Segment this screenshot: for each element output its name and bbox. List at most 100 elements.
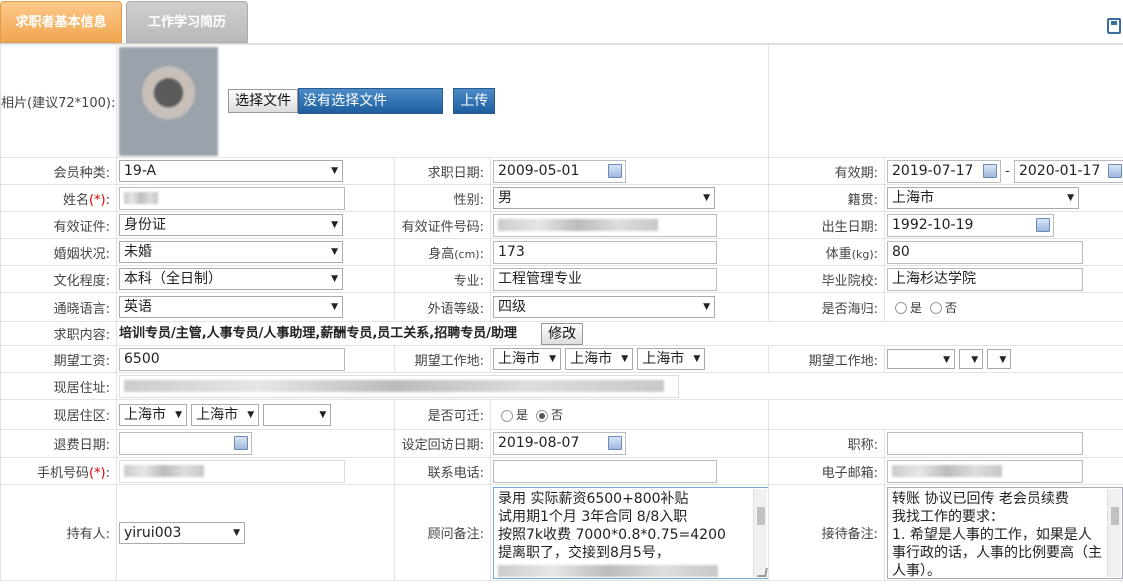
mobile-input[interactable] — [119, 459, 345, 483]
weight-input[interactable]: 80 — [887, 240, 1084, 264]
marital-label: 婚姻状况: — [0, 238, 117, 266]
info-form: 相片(建议72*100): 选择文件没有选择文件 上传 会员种类: 19-A 求… — [0, 44, 1123, 581]
validity-label: 有效期: — [768, 157, 886, 185]
salary-input[interactable]: 6500 — [119, 347, 345, 371]
choose-file-button[interactable]: 选择文件 — [228, 89, 299, 113]
calendar-icon[interactable] — [608, 163, 622, 178]
major-label: 专业: — [394, 265, 491, 293]
calendar-icon[interactable] — [983, 163, 998, 178]
relocate-yes-radio[interactable] — [501, 409, 513, 422]
work-place-city-select[interactable]: 上海市 — [565, 348, 634, 370]
upload-button[interactable]: 上传 — [453, 88, 496, 114]
reception-note-label: 接待备注: — [768, 484, 886, 581]
save-icon[interactable] — [1107, 18, 1121, 34]
refund-date-label: 退费日期: — [0, 429, 117, 458]
salary-label: 期望工资: — [0, 345, 117, 373]
calendar-icon[interactable] — [1036, 217, 1051, 232]
weight-label: 体重(kg): — [768, 238, 886, 266]
marital-select[interactable]: 未婚 — [119, 241, 343, 263]
district-area-select[interactable] — [263, 403, 332, 426]
consultant-note-label: 顾问备注: — [394, 484, 491, 581]
school-input[interactable]: 上海杉达学院 — [887, 267, 1084, 291]
relocate-no-label: 否 — [551, 408, 564, 422]
id-type-label: 有效证件: — [0, 211, 117, 239]
name-label: 姓名(*): — [0, 184, 117, 212]
work-place-district-select[interactable]: 上海市 — [637, 348, 706, 370]
tab-basic-info[interactable]: 求职者基本信息 — [0, 1, 122, 43]
validity-end-input[interactable]: 2020-01-17 — [1014, 159, 1123, 183]
validity-separator: - — [1005, 163, 1010, 179]
returnee-no-radio[interactable] — [930, 302, 943, 314]
visit-date-label: 设定回访日期: — [394, 429, 491, 458]
id-number-input[interactable] — [493, 213, 717, 237]
phone-input[interactable] — [493, 459, 717, 483]
work-place-2-district-select[interactable] — [987, 349, 1012, 369]
lang-level-label: 外语等级: — [394, 292, 491, 322]
district-label: 现居住区: — [0, 399, 117, 430]
returnee-no-label: 否 — [945, 300, 958, 315]
address-input[interactable] — [119, 374, 679, 398]
returnee-label: 是否海归: — [768, 292, 886, 322]
phone-label: 联系电话: — [394, 457, 491, 485]
birth-date-input[interactable]: 1992-10-19 — [887, 213, 1055, 237]
photo-label: 相片(建议72*100): — [0, 44, 117, 158]
work-place-2-province-select[interactable] — [887, 349, 956, 369]
gender-label: 性别: — [394, 184, 491, 212]
consultant-note-textarea[interactable]: 录用 实际薪资6500+800补贴 试用期1个月 3年合同 8/8入职 按照7k… — [493, 486, 768, 579]
no-file-chosen-text: 没有选择文件 — [298, 88, 444, 114]
consultant-note-scrollbar[interactable] — [753, 488, 767, 577]
member-type-select[interactable]: 19-A — [119, 160, 343, 182]
tab-bar: 求职者基本信息 工作学习简历 — [0, 0, 1123, 44]
language-label: 通晓语言: — [0, 292, 117, 322]
visit-date-input[interactable]: 2019-08-07 — [493, 432, 626, 455]
relocate-yes-label: 是 — [516, 408, 529, 422]
name-input[interactable] — [119, 186, 345, 210]
returnee-yes-radio[interactable] — [895, 302, 908, 314]
mobile-label: 手机号码(*): — [0, 457, 117, 485]
member-type-label: 会员种类: — [0, 157, 117, 185]
education-label: 文化程度: — [0, 265, 117, 293]
major-input[interactable]: 工程管理专业 — [493, 267, 717, 291]
district-city-select[interactable]: 上海市 — [191, 403, 260, 426]
height-label: 身高(cm): — [394, 238, 491, 266]
reception-note-scrollbar[interactable] — [1107, 488, 1122, 577]
relocate-label: 是否可迁: — [394, 399, 491, 430]
validity-start-input[interactable]: 2019-07-17 — [887, 159, 1002, 183]
relocate-no-radio[interactable] — [536, 409, 549, 422]
edit-job-content-button[interactable]: 修改 — [541, 322, 584, 345]
holder-select[interactable]: yirui003 — [119, 521, 245, 544]
job-date-label: 求职日期: — [394, 157, 491, 185]
lang-level-select[interactable]: 四级 — [493, 296, 715, 318]
height-input[interactable]: 173 — [493, 240, 717, 264]
job-content-label: 求职内容: — [0, 321, 117, 346]
work-place-label: 期望工作地: — [394, 345, 491, 373]
photo-avatar — [119, 46, 218, 156]
job-date-input[interactable]: 2009-05-01 — [493, 159, 626, 183]
refund-date-input[interactable] — [119, 432, 252, 455]
language-select[interactable]: 英语 — [119, 296, 343, 318]
native-place-select[interactable]: 上海市 — [887, 187, 1080, 209]
reception-note-textarea[interactable]: 转账 协议已回传 老会员续费 我找工作的要求： 1. 希望是人事的工作，如果是人… — [887, 486, 1123, 579]
work-place-2-label: 期望工作地: — [768, 345, 886, 373]
email-input[interactable] — [887, 459, 1084, 483]
returnee-yes-label: 是 — [910, 300, 923, 315]
education-select[interactable]: 本科（全日制） — [119, 268, 343, 290]
tab-work-study-resume[interactable]: 工作学习简历 — [126, 1, 248, 43]
gender-select[interactable]: 男 — [493, 187, 715, 209]
resize-handle-icon[interactable] — [757, 567, 768, 577]
calendar-icon[interactable] — [608, 436, 622, 450]
email-label: 电子邮箱: — [768, 457, 886, 485]
title-input[interactable] — [887, 432, 1084, 455]
id-number-label: 有效证件号码: — [394, 211, 491, 239]
holder-label: 持有人: — [0, 484, 117, 581]
job-content-value: 培训专员/主管,人事专员/人事助理,薪酬专员,员工关系,招聘专员/助理 — [119, 326, 517, 342]
id-type-select[interactable]: 身份证 — [119, 214, 343, 236]
work-place-2-city-select[interactable] — [959, 349, 984, 369]
work-place-province-select[interactable]: 上海市 — [493, 348, 561, 370]
school-label: 毕业院校: — [768, 265, 886, 293]
birth-date-label: 出生日期: — [768, 211, 886, 239]
district-province-select[interactable]: 上海市 — [119, 403, 187, 426]
calendar-icon[interactable] — [1108, 163, 1122, 178]
native-place-label: 籍贯: — [768, 184, 886, 212]
calendar-icon[interactable] — [234, 436, 248, 450]
